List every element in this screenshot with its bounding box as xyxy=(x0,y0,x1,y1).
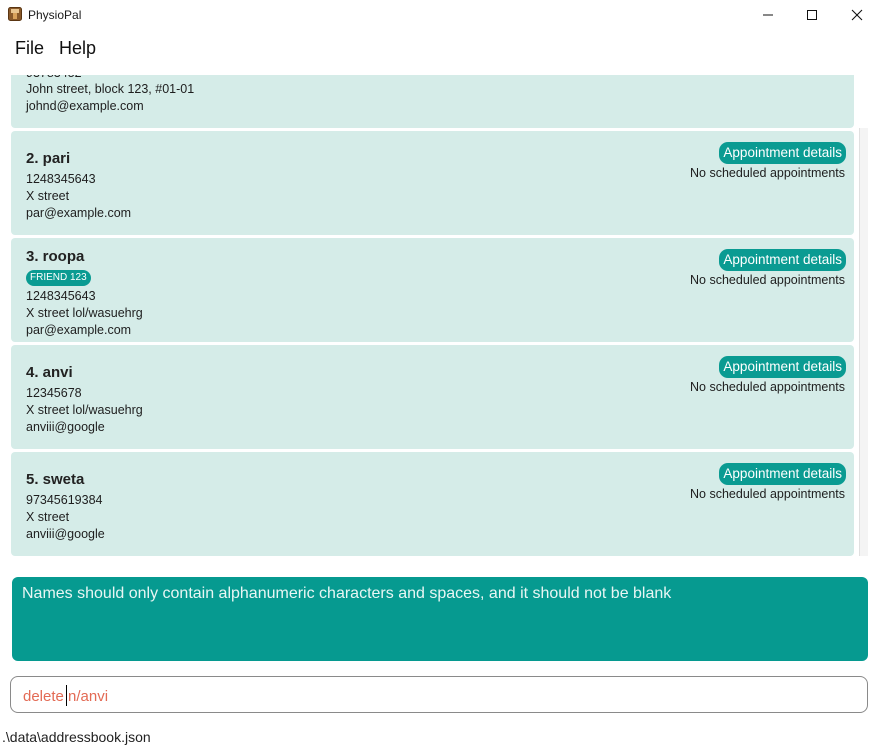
person-email: anviii@google xyxy=(26,420,105,434)
person-card[interactable]: 4. anvi 12345678 X street lol/wasuehrg a… xyxy=(11,345,854,449)
minimize-button[interactable] xyxy=(745,0,791,30)
maximize-icon xyxy=(807,10,817,20)
status-bar-path: .\data\addressbook.json xyxy=(2,729,151,745)
appointment-status: No scheduled appointments xyxy=(690,273,845,287)
appointment-details-button[interactable]: Appointment details xyxy=(719,463,846,485)
window-title: PhysioPal xyxy=(28,8,82,22)
person-name: 2. pari xyxy=(26,150,71,167)
appointment-details-button[interactable]: Appointment details xyxy=(719,249,846,271)
person-card[interactable]: 93783452 John street, block 123, #01-01 … xyxy=(11,75,854,128)
menu-file[interactable]: File xyxy=(15,38,44,59)
person-card[interactable]: 3. roopa FRIEND 123 1248345643 X street … xyxy=(11,238,854,342)
person-card[interactable]: 5. sweta 97345619384 X street anviii@goo… xyxy=(11,452,854,556)
title-bar: PhysioPal xyxy=(0,0,879,30)
appointment-status: No scheduled appointments xyxy=(690,380,845,394)
person-phone: 93783452 xyxy=(26,75,82,80)
close-icon xyxy=(851,9,863,21)
result-display: Names should only contain alphanumeric c… xyxy=(12,577,868,661)
menu-bar xyxy=(0,30,879,74)
app-icon xyxy=(8,7,22,21)
person-list[interactable]: 93783452 John street, block 123, #01-01 … xyxy=(0,75,879,560)
person-card[interactable]: 2. pari 1248345643 X street par@example.… xyxy=(11,131,854,235)
person-name: 4. anvi xyxy=(26,364,73,381)
person-email: johnd@example.com xyxy=(26,99,144,113)
person-name: 5. sweta xyxy=(26,471,85,488)
appointment-status: No scheduled appointments xyxy=(690,487,845,501)
text-caret xyxy=(66,685,67,706)
person-address: X street xyxy=(26,510,70,524)
person-address: John street, block 123, #01-01 xyxy=(26,82,195,96)
appointment-details-button[interactable]: Appointment details xyxy=(719,356,846,378)
list-scrollbar[interactable] xyxy=(859,128,868,556)
person-address: X street lol/wasuehrg xyxy=(26,403,143,417)
person-address: X street xyxy=(26,189,70,203)
person-phone: 1248345643 xyxy=(26,289,96,303)
person-phone: 1248345643 xyxy=(26,172,96,186)
appointment-status: No scheduled appointments xyxy=(690,166,845,180)
command-box[interactable] xyxy=(10,676,868,713)
appointment-details-button[interactable]: Appointment details xyxy=(719,142,846,164)
minimize-icon xyxy=(763,14,773,16)
close-button[interactable] xyxy=(834,0,879,30)
person-name: 3. roopa xyxy=(26,248,85,265)
menu-help[interactable]: Help xyxy=(59,38,96,59)
maximize-button[interactable] xyxy=(789,0,835,30)
person-email: par@example.com xyxy=(26,323,132,337)
person-phone: 12345678 xyxy=(26,386,82,400)
person-address: X street lol/wasuehrg xyxy=(26,306,143,320)
person-phone: 97345619384 xyxy=(26,493,103,507)
result-message: Names should only contain alphanumeric c… xyxy=(22,585,672,602)
person-tag: FRIEND 123 xyxy=(26,270,91,286)
person-email: anviii@google xyxy=(26,527,105,541)
person-email: par@example.com xyxy=(26,206,132,220)
command-input[interactable] xyxy=(21,683,855,709)
